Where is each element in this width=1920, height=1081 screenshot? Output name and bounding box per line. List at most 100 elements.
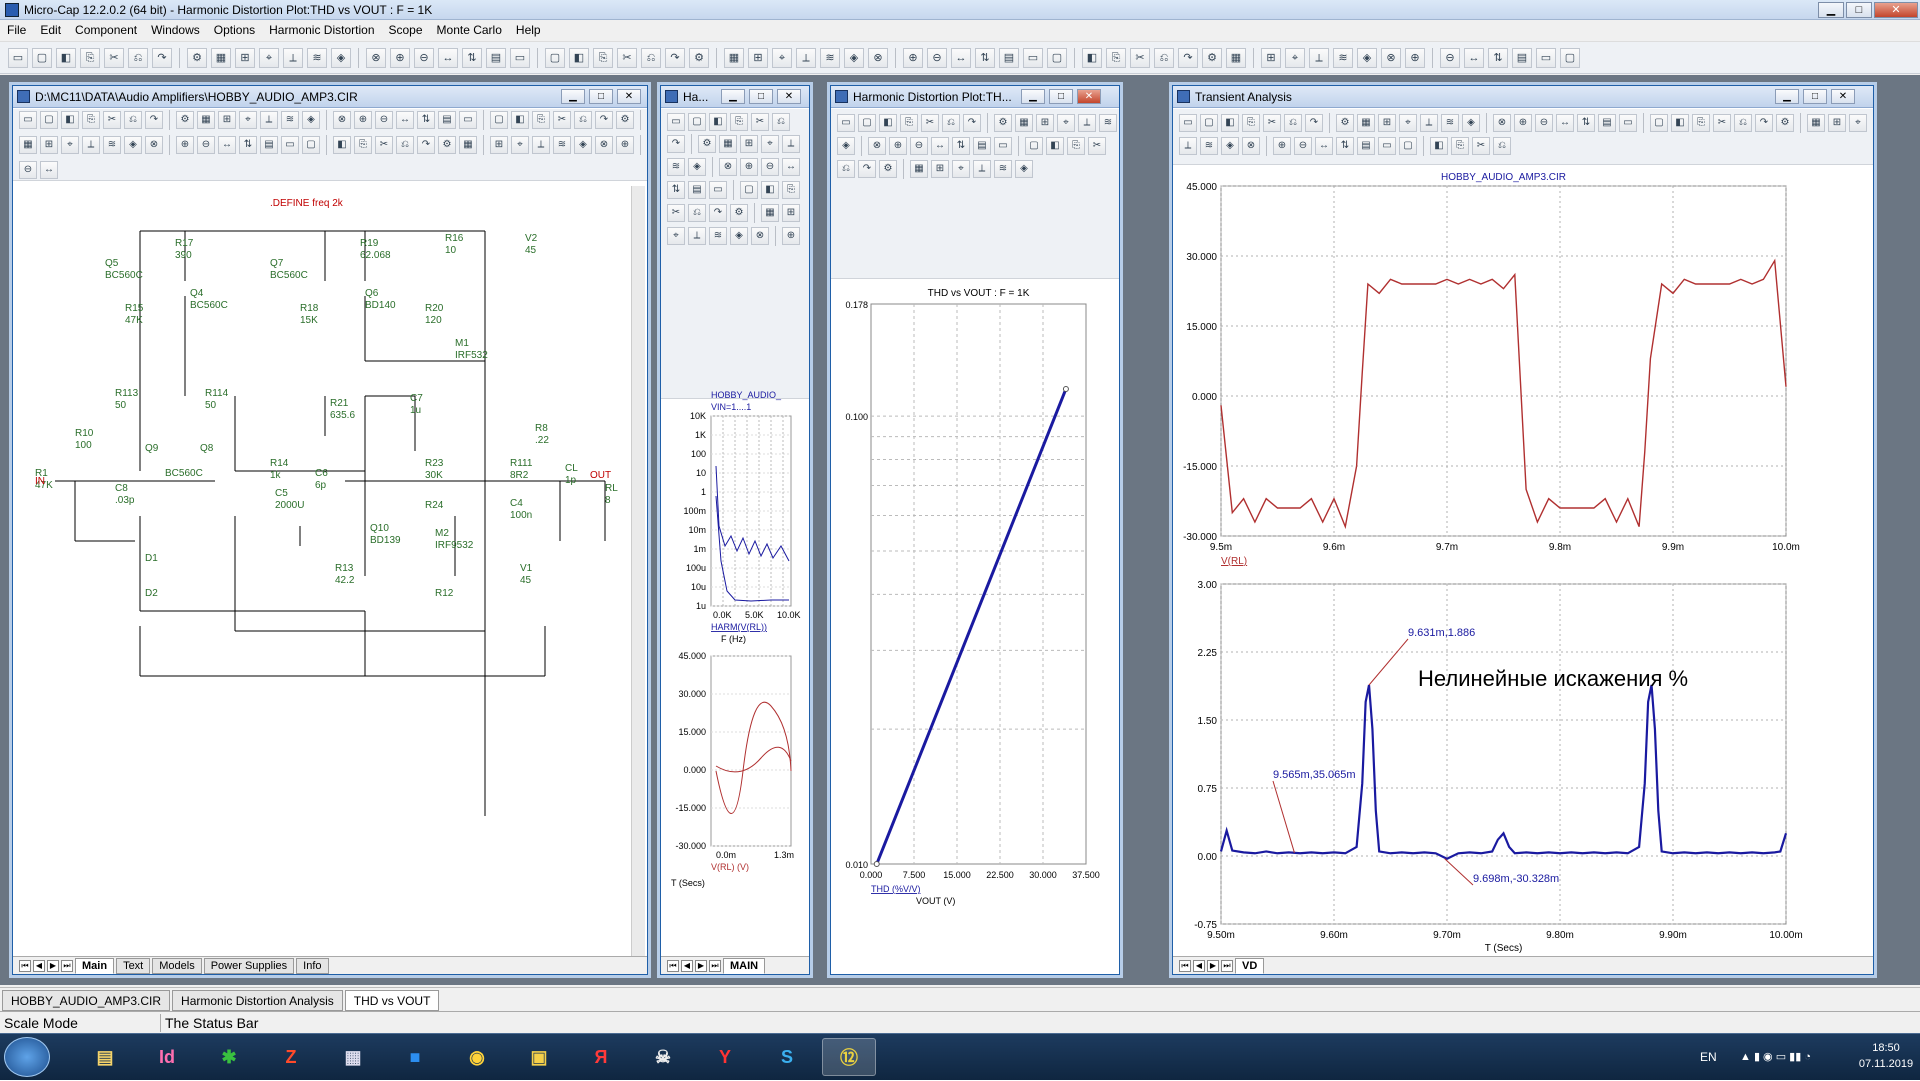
- transient-tool-button[interactable]: ⊗: [1242, 137, 1260, 155]
- transient-tool-button[interactable]: ⎌: [1734, 114, 1752, 132]
- transient-tool-button[interactable]: ⎘: [1451, 137, 1469, 155]
- main-tool-button[interactable]: ⚙: [1202, 47, 1222, 68]
- main-tool-button[interactable]: ⎌: [1154, 47, 1174, 68]
- ha-tool-button[interactable]: ⇅: [667, 181, 685, 199]
- thd-tool-button[interactable]: ⌖: [1057, 114, 1075, 132]
- component-ref-label[interactable]: Q10: [370, 523, 389, 534]
- transient-tool-button[interactable]: ⊖: [1535, 114, 1553, 132]
- thd-close-button[interactable]: ✕: [1077, 89, 1101, 104]
- ha-tool-button[interactable]: ▦: [761, 204, 779, 222]
- main-tool-button[interactable]: ⊕: [1405, 47, 1425, 68]
- main-tool-button[interactable]: ▢: [545, 47, 565, 68]
- component-ref-label[interactable]: R113: [115, 388, 139, 399]
- main-tool-button[interactable]: ≋: [820, 47, 840, 68]
- thd-tool-button[interactable]: ✂: [1088, 137, 1106, 155]
- schematic-tool-button[interactable]: ⎌: [124, 111, 142, 130]
- ha-tool-button[interactable]: ⊕: [782, 227, 800, 245]
- schematic-close-button[interactable]: ✕: [617, 89, 641, 104]
- ha-tool-button[interactable]: ↷: [709, 204, 727, 222]
- transient-tool-button[interactable]: ⎌: [1493, 137, 1511, 155]
- menu-help[interactable]: Help: [509, 20, 548, 40]
- transient-tool-button[interactable]: ⇅: [1577, 114, 1595, 132]
- transient-tool-button[interactable]: ⎘: [1692, 114, 1710, 132]
- ha-tab[interactable]: MAIN: [723, 957, 766, 974]
- transient-tool-button[interactable]: ◧: [1221, 114, 1239, 132]
- main-tool-button[interactable]: ✂: [617, 47, 637, 68]
- main-tool-button[interactable]: ⎘: [80, 47, 100, 68]
- component-ref-label[interactable]: R15: [125, 303, 144, 314]
- menu-file[interactable]: File: [0, 20, 33, 40]
- ha-tab-nav-button[interactable]: ◀: [681, 959, 693, 972]
- transient-tool-button[interactable]: ▤: [1357, 137, 1375, 155]
- schematic-tab[interactable]: Text: [116, 957, 151, 974]
- filezilla-taskbar-icon[interactable]: Z: [264, 1038, 318, 1076]
- annotation-label[interactable]: 9.631m,1.886: [1408, 627, 1475, 639]
- ha-tab-nav-button[interactable]: ⏮: [667, 959, 679, 972]
- thd-tool-button[interactable]: ◈: [1015, 160, 1033, 178]
- main-tool-button[interactable]: ↔: [951, 47, 971, 68]
- microcap-taskbar-icon[interactable]: ⑫: [822, 1038, 876, 1076]
- schematic-tool-button[interactable]: ⚙: [438, 136, 456, 155]
- schematic-tool-button[interactable]: ⊖: [19, 160, 37, 179]
- transient-tool-button[interactable]: ✂: [1713, 114, 1731, 132]
- ha-tool-button[interactable]: ⟂: [782, 135, 800, 153]
- ha-tool-button[interactable]: ◧: [709, 113, 727, 131]
- schematic-canvas[interactable]: .DEFINE freq 2k R17 390 R19 62.068 R16 10 V2 45 Q…: [15, 186, 627, 956]
- main-tool-button[interactable]: ⇅: [975, 47, 995, 68]
- ha-tool-button[interactable]: ▤: [688, 181, 706, 199]
- app-taskbar-icon[interactable]: ■: [388, 1038, 442, 1076]
- transient-tab-nav-button[interactable]: ◀: [1193, 959, 1205, 972]
- thd-tool-button[interactable]: ⊞: [1036, 114, 1054, 132]
- thd-tool-button[interactable]: ⊖: [910, 137, 928, 155]
- schematic-tool-button[interactable]: ▭: [281, 136, 299, 155]
- ha-tool-button[interactable]: ↷: [667, 135, 685, 153]
- tray-icons[interactable]: ▲ ▮ ◉ ▭ ▮▮ ◔: [1740, 1050, 1811, 1063]
- menu-edit[interactable]: Edit: [33, 20, 68, 40]
- main-tool-button[interactable]: ▤: [1512, 47, 1532, 68]
- main-tool-button[interactable]: ↔: [1464, 47, 1484, 68]
- main-tool-button[interactable]: ▭: [1536, 47, 1556, 68]
- folder-taskbar-icon[interactable]: ▣: [512, 1038, 566, 1076]
- transient-tab[interactable]: VD: [1235, 957, 1265, 974]
- schematic-tool-button[interactable]: ◧: [61, 111, 79, 130]
- ha-tool-button[interactable]: ▭: [709, 181, 727, 199]
- ha-tool-button[interactable]: ✂: [751, 113, 769, 131]
- alien-taskbar-icon[interactable]: ☠: [636, 1038, 690, 1076]
- schematic-tool-button[interactable]: ✂: [103, 111, 121, 130]
- schematic-tool-button[interactable]: ≋: [103, 136, 121, 155]
- main-tool-button[interactable]: ▤: [486, 47, 506, 68]
- main-tool-button[interactable]: ▦: [211, 47, 231, 68]
- transient-tool-button[interactable]: ⟂: [1179, 137, 1197, 155]
- component-ref-label[interactable]: Q8: [200, 443, 214, 454]
- schematic-tool-button[interactable]: ◧: [333, 136, 351, 155]
- schematic-tool-button[interactable]: ▢: [490, 111, 508, 130]
- component-ref-label[interactable]: R10: [75, 428, 94, 439]
- ha-tool-button[interactable]: ⊕: [740, 158, 758, 176]
- main-tool-button[interactable]: ⊞: [1261, 47, 1281, 68]
- schematic-tool-button[interactable]: ⟂: [532, 136, 550, 155]
- ha-tool-button[interactable]: ⎌: [772, 113, 790, 131]
- schematic-tool-button[interactable]: ↔: [218, 136, 236, 155]
- schematic-tool-button[interactable]: ⊗: [145, 136, 163, 155]
- ha-tool-button[interactable]: ▢: [688, 113, 706, 131]
- main-tool-button[interactable]: ▢: [1047, 47, 1067, 68]
- transient-tool-button[interactable]: ⌖: [1849, 114, 1867, 132]
- transient-tool-button[interactable]: ▢: [1650, 114, 1668, 132]
- schematic-tool-button[interactable]: ⊞: [40, 136, 58, 155]
- main-tool-button[interactable]: ⎌: [128, 47, 148, 68]
- thd-tool-button[interactable]: ▭: [837, 114, 855, 132]
- schematic-tool-button[interactable]: ⊖: [197, 136, 215, 155]
- schematic-tool-button[interactable]: ⊕: [616, 136, 634, 155]
- close-button[interactable]: ✕: [1874, 2, 1918, 18]
- thd-data-point[interactable]: [1062, 385, 1069, 392]
- ha-tool-button[interactable]: ◧: [761, 181, 779, 199]
- schematic-tool-button[interactable]: ⌖: [239, 111, 257, 130]
- schematic-tool-button[interactable]: ⎘: [354, 136, 372, 155]
- main-tool-button[interactable]: ↷: [152, 47, 172, 68]
- main-tool-button[interactable]: ⊖: [414, 47, 434, 68]
- thd-data-point[interactable]: [873, 861, 880, 867]
- main-tool-button[interactable]: ◧: [56, 47, 76, 68]
- thd-tool-button[interactable]: ▢: [858, 114, 876, 132]
- thd-tool-button[interactable]: ◧: [879, 114, 897, 132]
- main-tool-button[interactable]: ⌖: [259, 47, 279, 68]
